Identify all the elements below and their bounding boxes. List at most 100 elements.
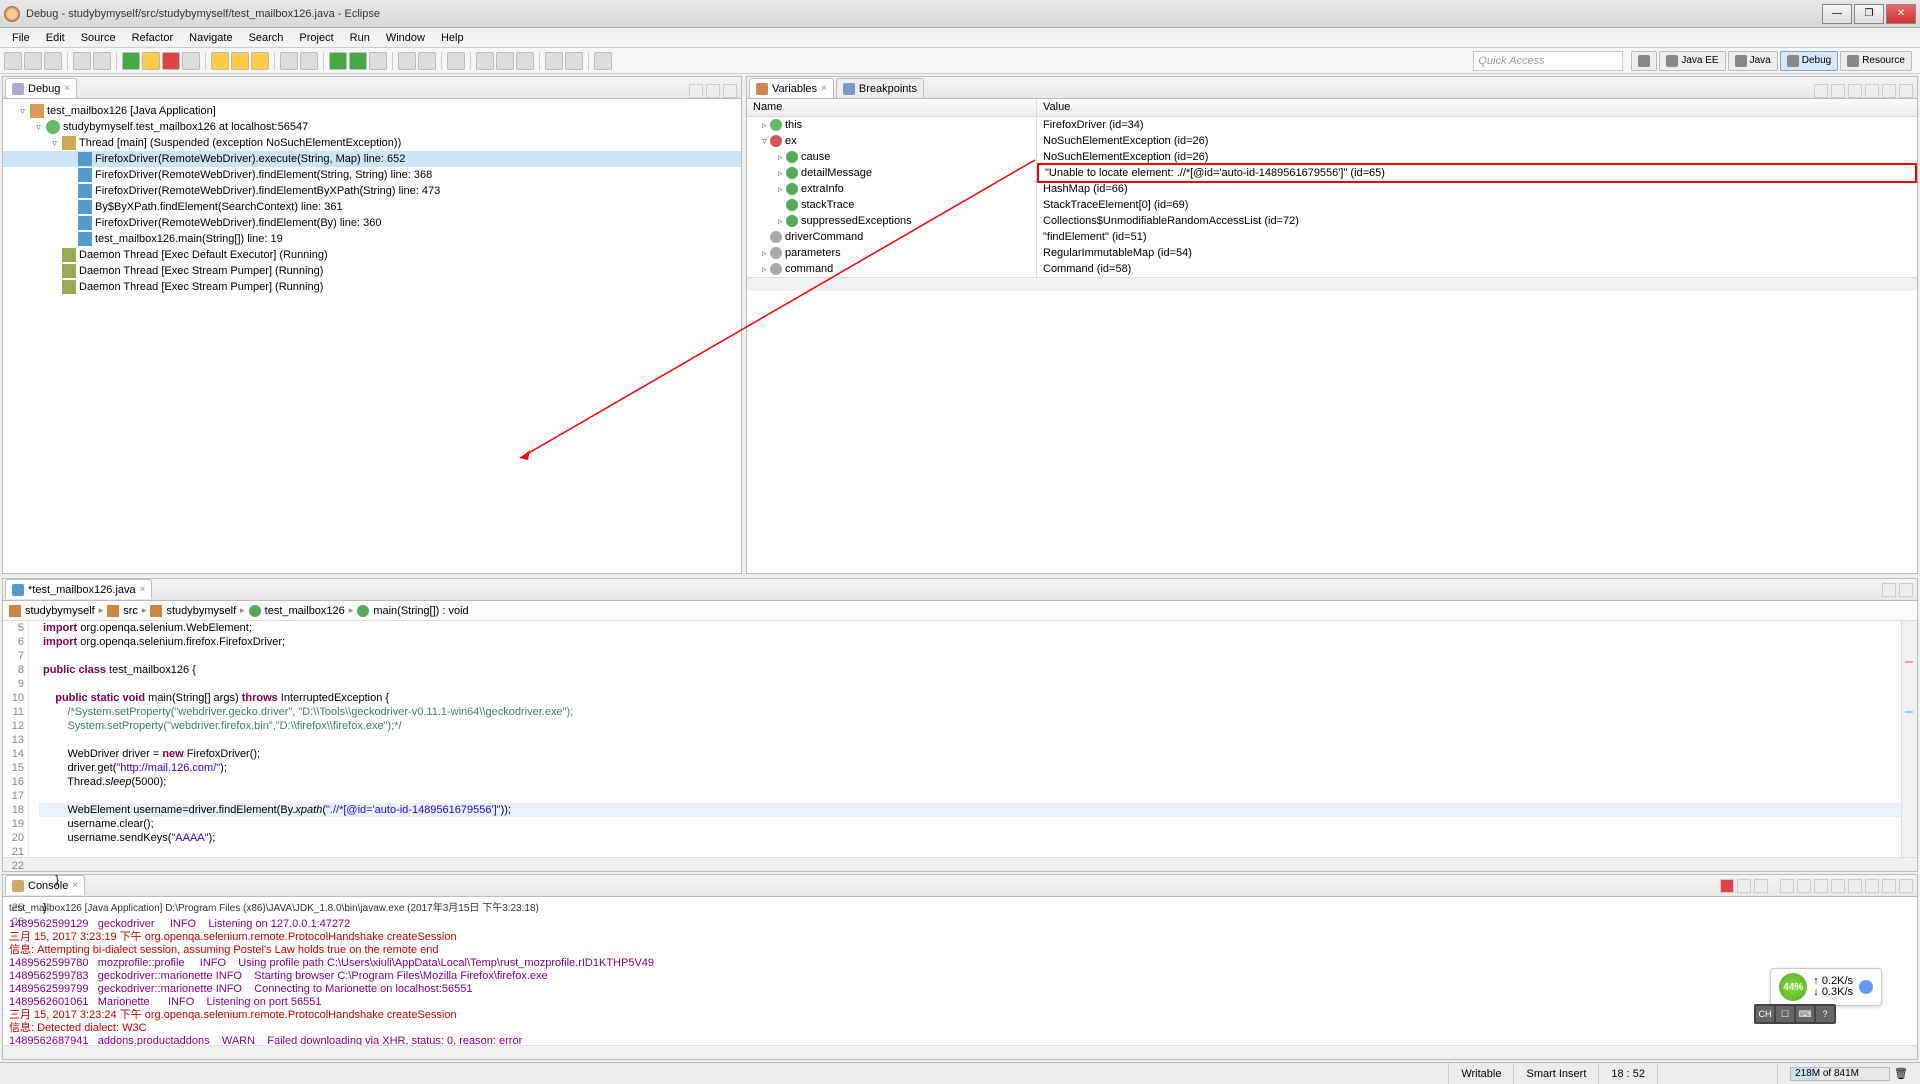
editor-tab[interactable]: *test_mailbox126.java × xyxy=(5,579,152,599)
status-heap[interactable]: 218M of 841M 🗑 xyxy=(1777,1063,1920,1084)
debug-dropdown-button[interactable] xyxy=(329,52,347,70)
close-button[interactable]: ✕ xyxy=(1886,4,1916,24)
col-header-name[interactable]: Name xyxy=(747,99,1037,116)
menu-run[interactable]: Run xyxy=(342,30,378,46)
menu-help[interactable]: Help xyxy=(433,30,472,46)
ime-button[interactable]: ☐ xyxy=(1776,1006,1794,1022)
menu-edit[interactable]: Edit xyxy=(38,30,73,46)
debug-tree-item[interactable]: FirefoxDriver(RemoteWebDriver).findEleme… xyxy=(3,215,741,231)
breadcrumb[interactable]: studybymyself▸src▸studybymyself▸test_mai… xyxy=(3,601,1917,621)
disconnect-button[interactable] xyxy=(182,52,200,70)
pin-button[interactable] xyxy=(594,52,612,70)
marker-ruler[interactable] xyxy=(29,621,39,857)
suspend-button[interactable] xyxy=(142,52,160,70)
variable-row[interactable]: ▹extraInfoHashMap (id=66) xyxy=(747,181,1917,197)
tab-close-icon[interactable]: × xyxy=(140,584,146,595)
breadcrumb-segment[interactable]: main(String[]) : void xyxy=(373,605,468,617)
step-return-button[interactable] xyxy=(251,52,269,70)
variables-maximize-button[interactable] xyxy=(1899,84,1913,98)
debug-tree-item[interactable]: Daemon Thread [Exec Stream Pumper] (Runn… xyxy=(3,263,741,279)
step-over-button[interactable] xyxy=(231,52,249,70)
variable-row[interactable]: ▿exNoSuchElementException (id=26) xyxy=(747,133,1917,149)
last-edit-button[interactable] xyxy=(516,52,534,70)
variables-tab[interactable]: Variables × xyxy=(749,78,834,98)
network-speed-widget[interactable]: 44% ↑ 0.2K/s ↓ 0.3K/s xyxy=(1770,968,1882,1006)
new-class-button[interactable] xyxy=(418,52,436,70)
perspective-java-ee[interactable]: Java EE xyxy=(1659,51,1725,71)
menu-project[interactable]: Project xyxy=(291,30,341,46)
console-hscroll[interactable] xyxy=(3,1045,1917,1059)
menu-navigate[interactable]: Navigate xyxy=(181,30,240,46)
annotation-nav-button[interactable] xyxy=(496,52,514,70)
ime-toolbar[interactable]: CH☐⌨? xyxy=(1754,1004,1836,1024)
console-output[interactable]: 1489562599129 geckodriver INFO Listening… xyxy=(3,916,1917,1045)
ime-button[interactable]: CH xyxy=(1756,1006,1774,1022)
open-perspective-button[interactable] xyxy=(1631,51,1657,71)
debug-tree-item[interactable]: ▿studybymyself.test_mailbox126 at localh… xyxy=(3,119,741,135)
variable-row[interactable]: ▹suppressedExceptionsCollections$Unmodif… xyxy=(747,213,1917,229)
perspective-resource[interactable]: Resource xyxy=(1840,51,1912,71)
col-header-value[interactable]: Value xyxy=(1037,99,1917,116)
variable-row[interactable]: ▹thisFirefoxDriver (id=34) xyxy=(747,117,1917,133)
terminate-button[interactable] xyxy=(162,52,180,70)
debug-tree-item[interactable]: FirefoxDriver(RemoteWebDriver).execute(S… xyxy=(3,151,741,167)
save-button[interactable] xyxy=(24,52,42,70)
debug-tab[interactable]: Debug × xyxy=(5,78,77,98)
perspective-java[interactable]: Java xyxy=(1728,51,1778,71)
breakpoints-tab[interactable]: Breakpoints xyxy=(836,78,924,98)
debug-tree-item[interactable]: By$ByXPath.findElement(SearchContext) li… xyxy=(3,199,741,215)
collapse-all-button[interactable] xyxy=(1848,84,1862,98)
drop-frame-button[interactable] xyxy=(280,52,298,70)
variable-row[interactable]: ▹parametersRegularImmutableMap (id=54) xyxy=(747,245,1917,261)
show-type-names-button[interactable] xyxy=(1814,84,1828,98)
line-number-ruler[interactable]: 567891011121314151617181920212223242526 xyxy=(3,621,29,857)
ime-button[interactable]: ⌨ xyxy=(1796,1006,1814,1022)
variables-hscroll[interactable] xyxy=(747,277,1917,291)
breadcrumb-segment[interactable]: src xyxy=(123,605,138,617)
new-button[interactable] xyxy=(4,52,22,70)
debug-tree-item[interactable]: ▿test_mailbox126 [Java Application] xyxy=(3,103,741,119)
debug-tree-item[interactable]: ▿Thread [main] (Suspended (exception NoS… xyxy=(3,135,741,151)
variable-row[interactable]: stackTraceStackTraceElement[0] (id=69) xyxy=(747,197,1917,213)
menu-refactor[interactable]: Refactor xyxy=(124,30,182,46)
menu-window[interactable]: Window xyxy=(378,30,433,46)
resume-button[interactable] xyxy=(122,52,140,70)
editor-content[interactable]: import org.openqa.selenium.WebElement;im… xyxy=(39,621,1901,857)
variables-minimize-button[interactable] xyxy=(1882,84,1896,98)
variables-view-menu-button[interactable] xyxy=(1865,84,1879,98)
breadcrumb-segment[interactable]: studybymyself xyxy=(166,605,236,617)
toggle-breakpoint-button[interactable] xyxy=(73,52,91,70)
menu-file[interactable]: File xyxy=(4,30,38,46)
forward-button[interactable] xyxy=(565,52,583,70)
step-into-button[interactable] xyxy=(211,52,229,70)
tab-close-icon[interactable]: × xyxy=(821,83,827,94)
tab-close-icon[interactable]: × xyxy=(64,83,70,94)
debug-tree-item[interactable]: FirefoxDriver(RemoteWebDriver).findEleme… xyxy=(3,183,741,199)
debug-tree-item[interactable]: Daemon Thread [Exec Stream Pumper] (Runn… xyxy=(3,279,741,295)
perspective-debug[interactable]: Debug xyxy=(1780,51,1838,71)
variable-row[interactable]: driverCommand"findElement" (id=51) xyxy=(747,229,1917,245)
debug-view-maximize-button[interactable] xyxy=(723,84,737,98)
run-dropdown-button[interactable] xyxy=(349,52,367,70)
open-type-button[interactable] xyxy=(447,52,465,70)
debug-view-menu-button[interactable] xyxy=(689,84,703,98)
editor-maximize-button[interactable] xyxy=(1899,583,1913,597)
overview-ruler[interactable] xyxy=(1901,621,1917,857)
console-max-button[interactable] xyxy=(1899,879,1913,893)
new-package-button[interactable] xyxy=(398,52,416,70)
search-button[interactable] xyxy=(476,52,494,70)
breadcrumb-segment[interactable]: test_mailbox126 xyxy=(265,605,345,617)
menu-source[interactable]: Source xyxy=(73,30,124,46)
widget-settings-icon[interactable] xyxy=(1859,980,1873,994)
step-filters-button[interactable] xyxy=(300,52,318,70)
debug-tree-item[interactable]: test_mailbox126.main(String[]) line: 19 xyxy=(3,231,741,247)
breadcrumb-segment[interactable]: studybymyself xyxy=(25,605,95,617)
show-logical-button[interactable] xyxy=(1831,84,1845,98)
variable-row[interactable]: ▹commandCommand (id=58) xyxy=(747,261,1917,277)
debug-tree-item[interactable]: FirefoxDriver(RemoteWebDriver).findEleme… xyxy=(3,167,741,183)
minimize-button[interactable]: — xyxy=(1822,4,1852,24)
debug-view-minimize-button[interactable] xyxy=(706,84,720,98)
editor-minimize-button[interactable] xyxy=(1882,583,1896,597)
ime-button[interactable]: ? xyxy=(1816,1006,1834,1022)
external-tools-button[interactable] xyxy=(369,52,387,70)
